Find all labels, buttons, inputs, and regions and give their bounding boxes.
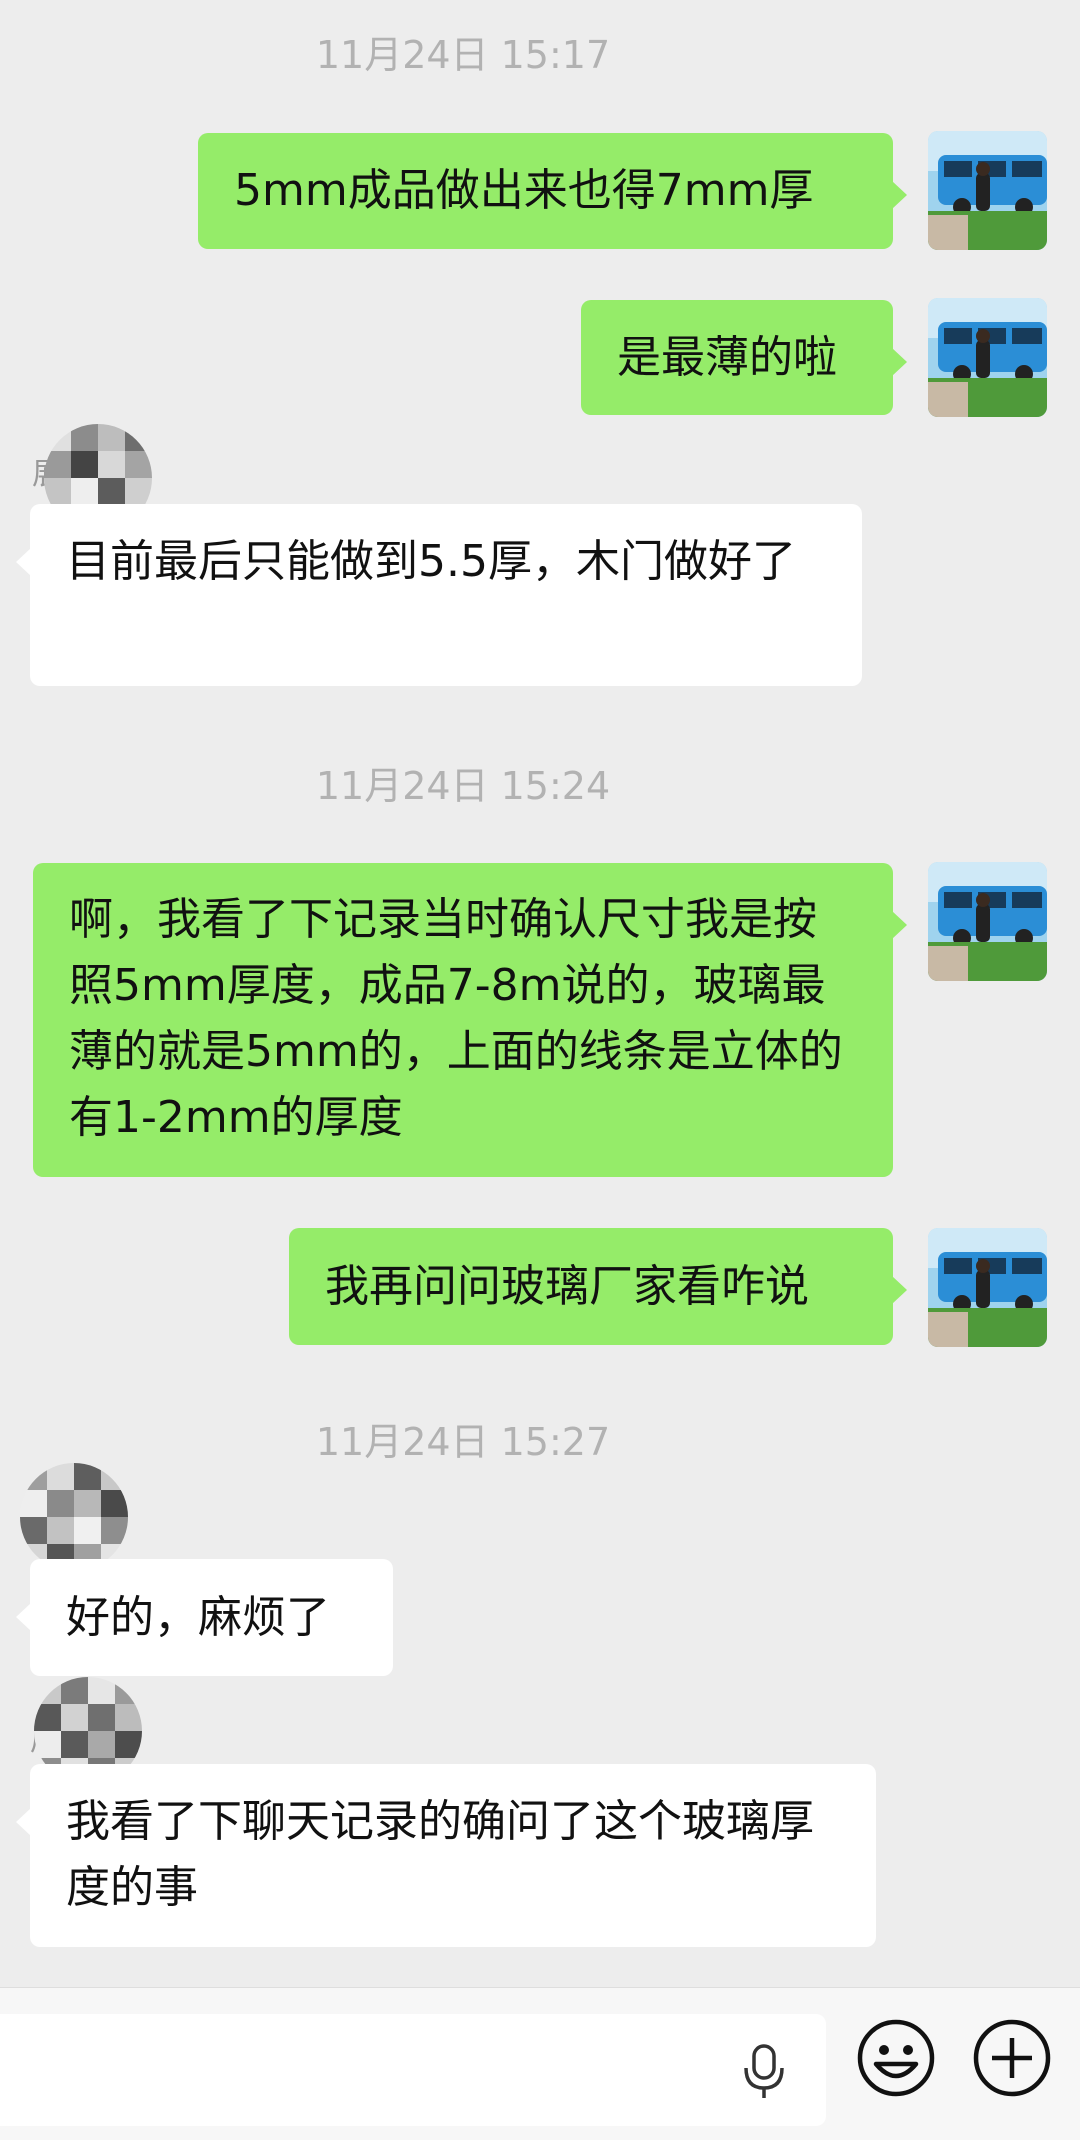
contact-message-bubble[interactable]: 我看了下聊天记录的确问了这个玻璃厚度的事 — [16, 1764, 876, 1947]
message-text: 是最薄的啦 — [617, 331, 837, 383]
timestamp: 11月24日 15:17 — [315, 33, 611, 77]
timestamp: 11月24日 15:27 — [315, 1420, 611, 1464]
my-avatar[interactable] — [928, 862, 1047, 981]
my-avatar[interactable] — [928, 298, 1047, 417]
message-text: 好的，麻烦了 — [66, 1591, 330, 1643]
plus-icon[interactable] — [972, 2018, 1052, 2098]
message-text: 啊，我看了下记录当时确认尺寸我是按照5mm厚度，成品7-8m说的，玻璃最薄的就是… — [69, 894, 843, 1143]
contact-message-bubble[interactable]: 好的，麻烦了 — [16, 1559, 393, 1676]
message-input[interactable] — [0, 2014, 826, 2126]
message-text: 我看了下聊天记录的确问了这个玻璃厚度的事 — [66, 1796, 814, 1913]
message-text: 5mm成品做出来也得7mm厚 — [234, 165, 814, 216]
timestamp: 11月24日 15:24 — [315, 764, 611, 808]
input-bar — [0, 1987, 1080, 2140]
contact-avatar[interactable] — [20, 1463, 128, 1571]
my-avatar[interactable] — [928, 1228, 1047, 1347]
my-message-bubble[interactable]: 啊，我看了下记录当时确认尺寸我是按照5mm厚度，成品7-8m说的，玻璃最薄的就是… — [33, 863, 907, 1177]
message-text: 我再问问玻璃厂家看咋说 — [325, 1260, 809, 1312]
my-message-bubble[interactable]: 我再问问玻璃厂家看咋说 — [289, 1228, 907, 1345]
message-text: 目前最后只能做到5.5厚，木门做好了 — [66, 536, 796, 587]
my-message-bubble[interactable]: 5mm成品做出来也得7mm厚 — [198, 133, 907, 249]
my-avatar[interactable] — [928, 131, 1047, 250]
contact-message-bubble[interactable]: 目前最后只能做到5.5厚，木门做好了 — [16, 504, 862, 686]
my-message-bubble[interactable]: 是最薄的啦 — [581, 300, 907, 415]
mic-icon[interactable] — [742, 2044, 786, 2100]
emoji-icon[interactable] — [856, 2018, 936, 2098]
